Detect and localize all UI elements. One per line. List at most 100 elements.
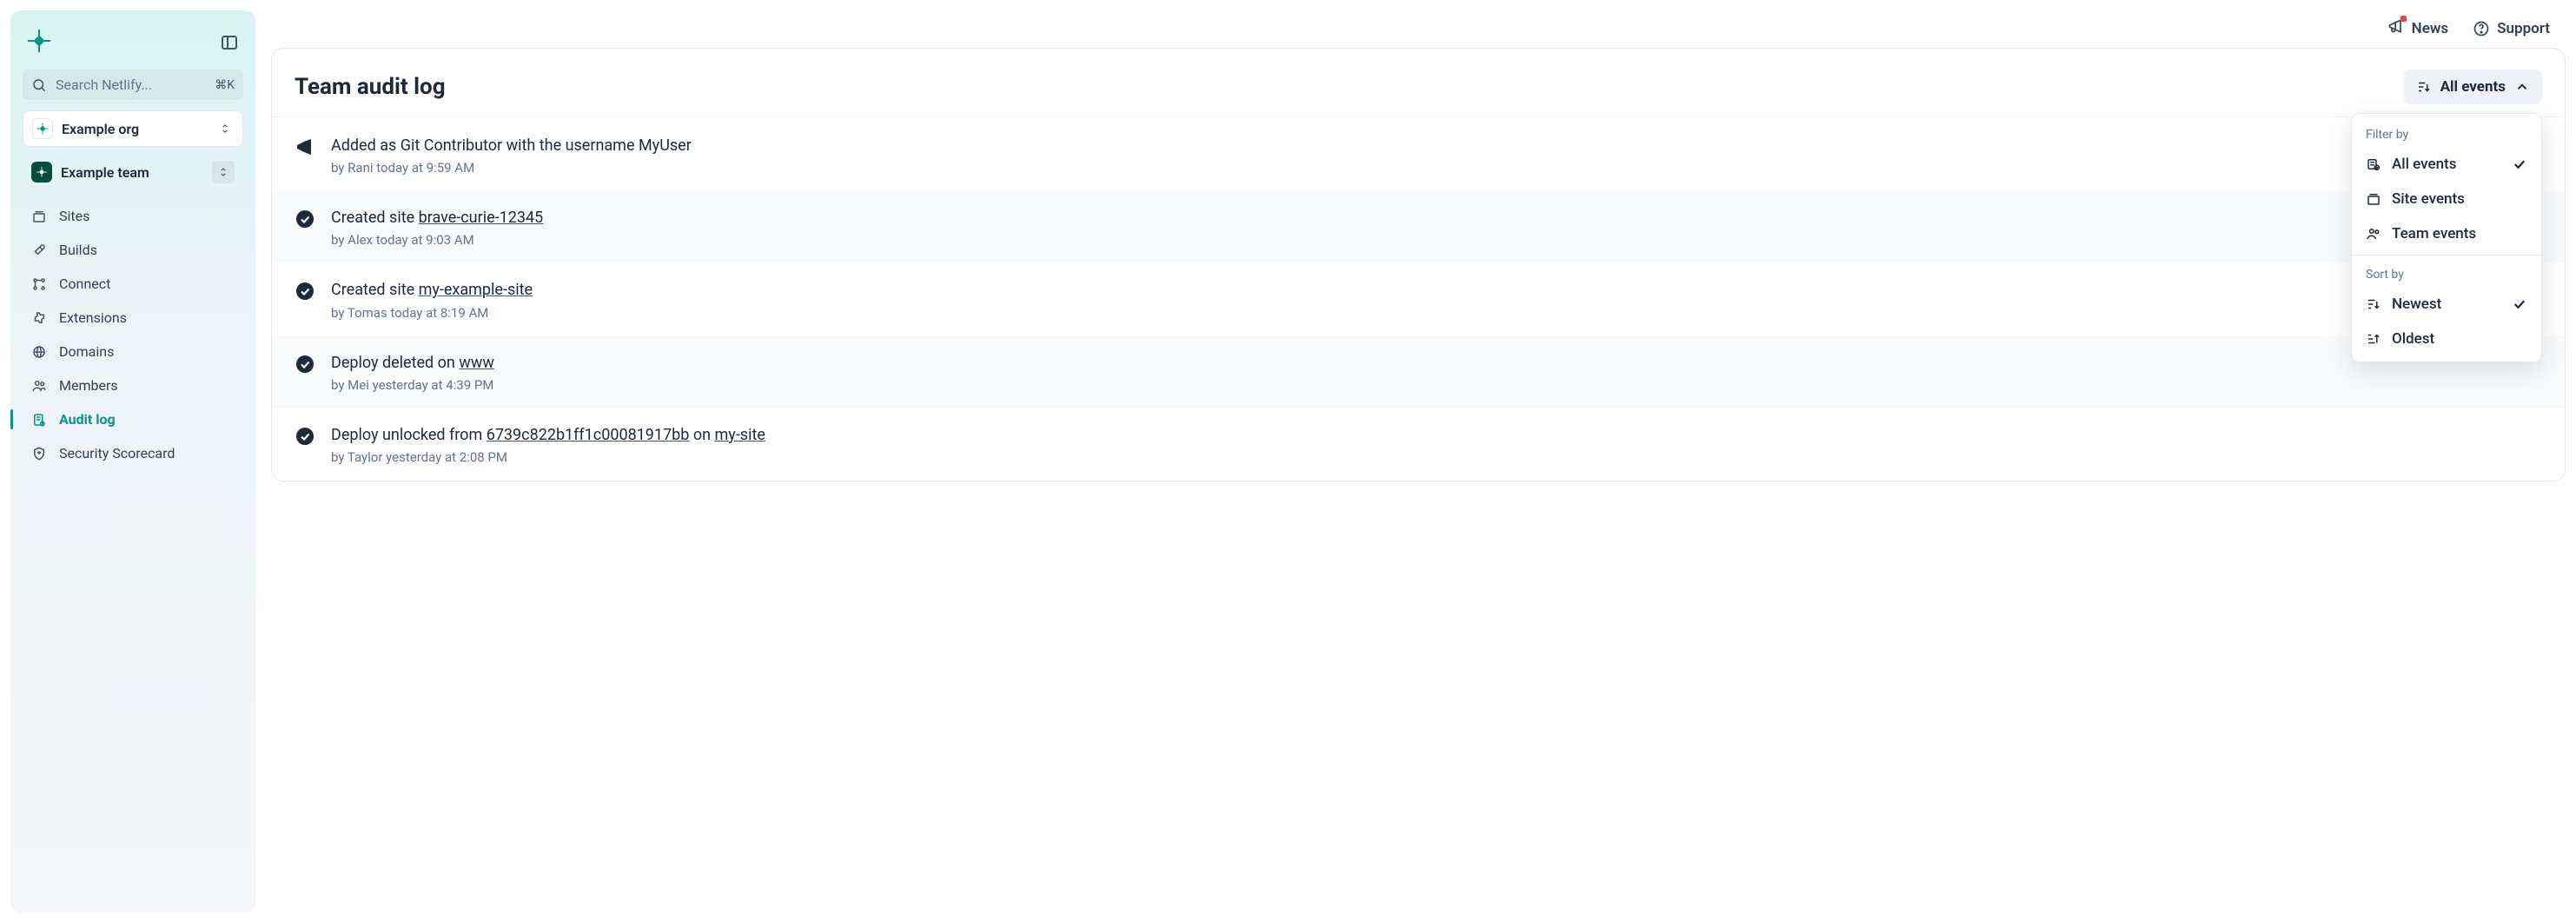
sidebar-item-label: Extensions	[59, 309, 127, 326]
sidebar-item-label: Members	[59, 377, 118, 394]
chevron-up-down-icon	[216, 118, 234, 139]
filter-dropdown: Filter by All events Site events Team ev…	[2351, 113, 2542, 362]
sidebar-item-label: Builds	[59, 242, 97, 258]
sort-section-label: Sort by	[2352, 259, 2541, 287]
log-text: Deploy deleted on	[331, 354, 459, 372]
check-icon	[295, 209, 315, 229]
team-switcher[interactable]: Example team	[23, 154, 243, 190]
sidebar-item-label: Security Scorecard	[59, 445, 175, 462]
log-meta: by Tomas today at 8:19 AM	[331, 305, 533, 321]
audit-log-icon	[31, 412, 47, 428]
news-link[interactable]: News	[2387, 17, 2448, 39]
search-placeholder: Search Netlify...	[56, 76, 215, 93]
log-row: Added as Git Contributor with the userna…	[272, 119, 2565, 191]
sort-desc-icon	[2366, 296, 2381, 312]
filter-section-label: Filter by	[2352, 119, 2541, 147]
megaphone-icon	[2387, 17, 2405, 39]
sort-option-label: Newest	[2392, 295, 2441, 313]
sort-asc-icon	[2366, 331, 2381, 347]
sidebar-item-domains[interactable]: Domains	[19, 335, 247, 369]
sidebar-item-connect[interactable]: Connect	[19, 267, 247, 301]
filter-button-label: All events	[2440, 78, 2506, 96]
log-title: Created site my-example-site	[331, 279, 533, 301]
domains-icon	[31, 344, 47, 360]
filter-option-team-events[interactable]: Team events	[2352, 216, 2541, 251]
sidebar-item-audit-log[interactable]: Audit log	[19, 402, 247, 436]
log-link[interactable]: 6739c822b1ff1c00081917bb	[487, 426, 690, 444]
team-label: Example team	[61, 164, 212, 181]
sidebar-item-security-scorecard[interactable]: Security Scorecard	[19, 436, 247, 470]
search-input[interactable]: Search Netlify... ⌘K	[23, 70, 243, 100]
log-row: Created site brave-curie-12345 by Alex to…	[272, 191, 2565, 263]
members-icon	[31, 378, 47, 394]
check-icon	[2512, 156, 2527, 172]
support-label: Support	[2497, 20, 2550, 37]
log-title: Deploy unlocked from 6739c822b1ff1c00081…	[331, 424, 765, 446]
filter-option-all-events[interactable]: All events	[2352, 147, 2541, 182]
help-icon	[2473, 20, 2490, 37]
builds-icon	[31, 242, 47, 258]
check-icon	[295, 281, 315, 302]
megaphone-icon	[295, 136, 315, 157]
sort-option-oldest[interactable]: Oldest	[2352, 322, 2541, 356]
log-link[interactable]: my-example-site	[419, 281, 533, 299]
log-meta: by Alex today at 9:03 AM	[331, 232, 543, 248]
sidebar-item-builds[interactable]: Builds	[19, 233, 247, 267]
members-icon	[2366, 226, 2381, 242]
org-switcher[interactable]: Example org	[23, 110, 243, 147]
svg-text:n: n	[37, 37, 42, 46]
log-title: Deploy deleted on www	[331, 352, 494, 374]
check-icon	[295, 354, 315, 375]
chevron-up-icon	[2514, 79, 2530, 95]
sidebar-nav: Sites Builds Connect Extensions Domains …	[19, 199, 247, 470]
log-meta: by Mei yesterday at 4:39 PM	[331, 377, 494, 393]
log-text: Added as Git Contributor with the userna…	[331, 136, 692, 155]
connect-icon	[31, 276, 47, 292]
sites-icon	[2366, 191, 2381, 207]
chevron-up-down-icon	[212, 161, 235, 183]
team-icon	[31, 162, 52, 183]
support-link[interactable]: Support	[2473, 20, 2550, 37]
check-icon	[2512, 296, 2527, 312]
log-text: Deploy unlocked from	[331, 426, 487, 444]
sort-option-newest[interactable]: Newest	[2352, 287, 2541, 322]
log-meta: by Rani today at 9:59 AM	[331, 160, 692, 176]
extensions-icon	[31, 310, 47, 326]
org-icon	[32, 118, 53, 139]
search-shortcut: ⌘K	[215, 78, 235, 92]
shield-icon	[31, 446, 47, 462]
log-link[interactable]: brave-curie-12345	[419, 209, 544, 227]
log-meta: by Taylor yesterday at 2:08 PM	[331, 449, 765, 465]
log-row: Deploy deleted on www by Mei yesterday at…	[272, 336, 2565, 408]
log-text: on	[689, 426, 714, 444]
log-link[interactable]: my-site	[715, 426, 765, 444]
log-title: Added as Git Contributor with the userna…	[331, 135, 692, 156]
sidebar-item-members[interactable]: Members	[19, 369, 247, 402]
sidebar-item-extensions[interactable]: Extensions	[19, 301, 247, 335]
divider	[2352, 255, 2541, 256]
filter-dropdown-button[interactable]: All events	[2404, 70, 2542, 104]
org-label: Example org	[62, 121, 216, 137]
filter-option-label: Site events	[2392, 190, 2465, 208]
sidebar-item-label: Audit log	[59, 411, 116, 428]
log-list: Added as Git Contributor with the userna…	[272, 119, 2565, 481]
sidebar: n Search Netlify... ⌘K Example org	[10, 10, 255, 913]
audit-log-panel: Team audit log All events Filter by All …	[271, 48, 2566, 481]
log-text: Created site	[331, 209, 419, 227]
list-check-icon	[2366, 156, 2381, 172]
log-title: Created site brave-curie-12345	[331, 207, 543, 229]
sites-icon	[31, 209, 47, 224]
news-label: News	[2412, 20, 2448, 37]
filter-option-label: Team events	[2392, 225, 2476, 242]
sidebar-collapse-icon[interactable]	[219, 32, 240, 53]
log-row: Created site my-example-site by Tomas tod…	[272, 263, 2565, 335]
topbar: News Support	[266, 0, 2576, 48]
filter-option-site-events[interactable]: Site events	[2352, 182, 2541, 216]
sort-desc-icon	[2416, 79, 2432, 95]
log-link[interactable]: www	[459, 354, 494, 372]
check-icon	[295, 426, 315, 447]
sidebar-item-label: Connect	[59, 276, 110, 292]
sidebar-item-sites[interactable]: Sites	[19, 199, 247, 233]
filter-option-label: All events	[2392, 156, 2456, 173]
log-row: Deploy unlocked from 6739c822b1ff1c00081…	[272, 408, 2565, 481]
